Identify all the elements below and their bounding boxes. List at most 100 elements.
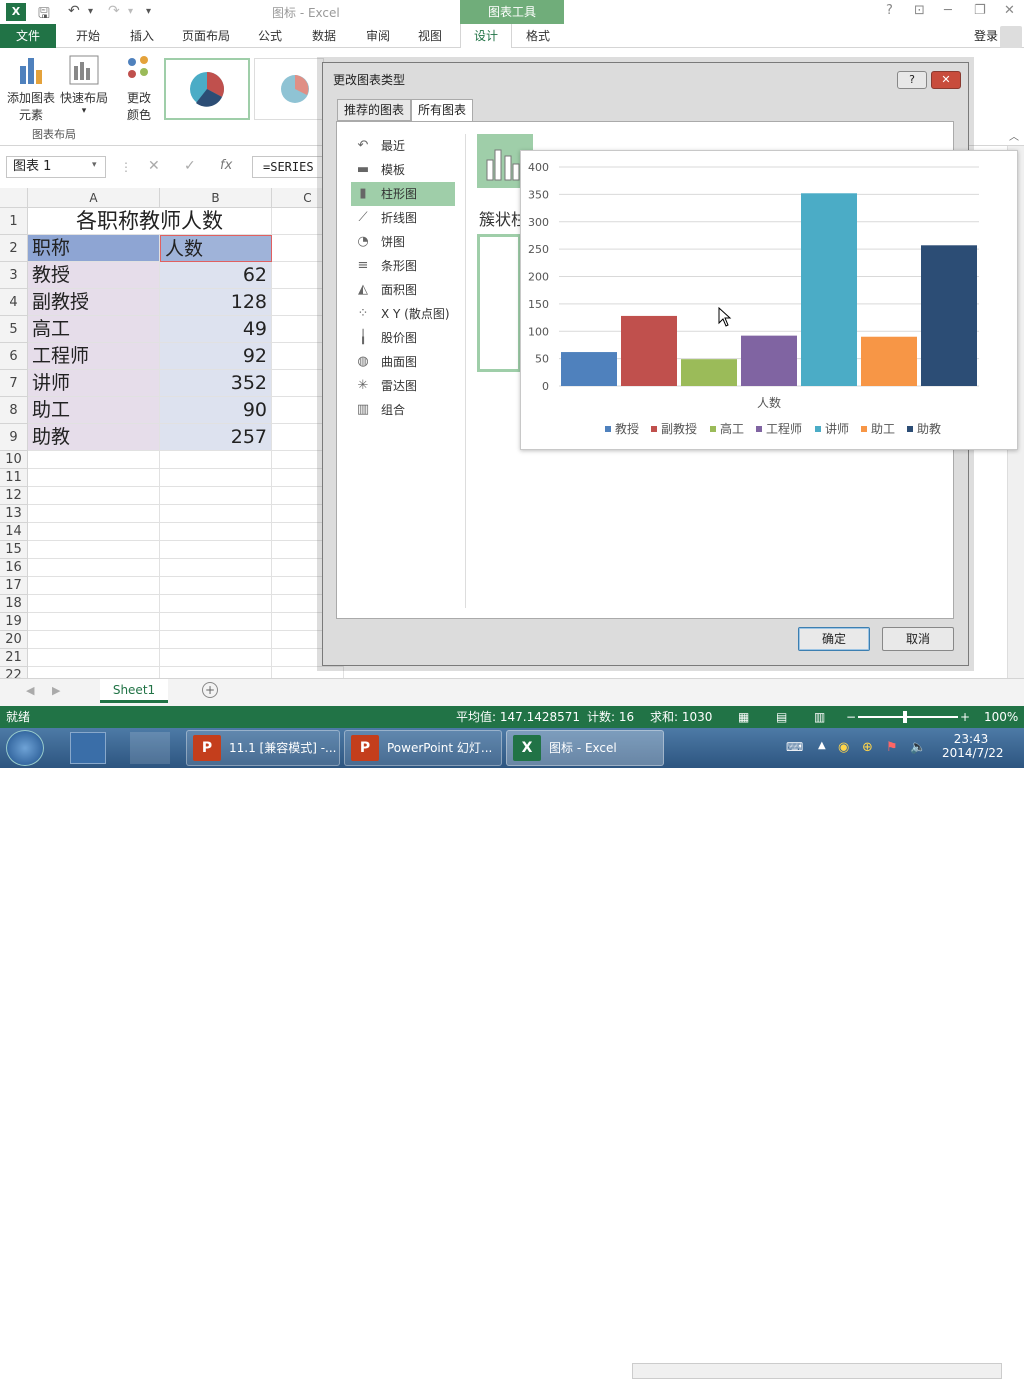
cell[interactable] — [160, 505, 272, 523]
cell[interactable] — [160, 523, 272, 541]
restore-icon[interactable]: ❐ — [974, 3, 986, 18]
page-break-view-icon[interactable]: ▥ — [814, 706, 825, 728]
clock[interactable]: 23:43 2014/7/22 — [942, 732, 1004, 760]
tray-plus-icon[interactable]: ⊕ — [862, 740, 873, 755]
row-header[interactable]: 4 — [0, 289, 28, 316]
redo-icon[interactable]: ↷ — [108, 3, 120, 19]
count-cell[interactable]: 128 — [160, 289, 272, 316]
user-avatar[interactable] — [1000, 26, 1022, 48]
row-header[interactable]: 1 — [0, 208, 28, 235]
chart-style-2[interactable] — [254, 58, 324, 120]
name-box[interactable]: 图表 1 — [6, 156, 106, 178]
chart-category-item[interactable]: ⁘ X Y (散点图) — [351, 302, 455, 326]
tray-expand-icon[interactable]: ▲ — [818, 740, 826, 751]
help-icon[interactable]: ? — [886, 3, 893, 18]
ok-button[interactable]: 确定 — [798, 627, 870, 651]
row-header[interactable]: 9 — [0, 424, 28, 451]
ribbon-display-icon[interactable]: ⊡ — [914, 3, 925, 18]
tab-home[interactable]: 开始 — [66, 24, 110, 48]
chart-category-item[interactable]: ╽ 股价图 — [351, 326, 455, 350]
count-cell[interactable]: 62 — [160, 262, 272, 289]
tab-recommended-charts[interactable]: 推荐的图表 — [337, 99, 412, 121]
name-box-dropdown-icon[interactable]: ▾ — [92, 160, 97, 170]
horizontal-scrollbar[interactable] — [632, 1363, 1002, 1379]
cell[interactable] — [160, 577, 272, 595]
cell[interactable] — [28, 559, 160, 577]
volume-icon[interactable]: 🔈 — [910, 740, 926, 755]
row-header[interactable]: 14 — [0, 523, 28, 541]
count-cell[interactable]: 257 — [160, 424, 272, 451]
customize-qat-icon[interactable]: ▾ — [146, 6, 151, 17]
row-header[interactable]: 15 — [0, 541, 28, 559]
chart-category-item[interactable]: ◭ 面积图 — [351, 278, 455, 302]
title-cell[interactable]: 高工 — [28, 316, 160, 343]
cell[interactable] — [28, 649, 160, 667]
chart-style-1[interactable] — [164, 58, 250, 120]
cell[interactable] — [160, 631, 272, 649]
tab-page-layout[interactable]: 页面布局 — [176, 24, 236, 48]
header-cell-b[interactable]: 人数 — [160, 235, 272, 262]
title-cell[interactable]: 助工 — [28, 397, 160, 424]
tab-format[interactable]: 格式 — [514, 24, 562, 48]
row-header[interactable]: 18 — [0, 595, 28, 613]
minimize-icon[interactable]: ─ — [944, 3, 952, 18]
add-sheet-icon[interactable]: + — [202, 682, 218, 698]
row-header[interactable]: 19 — [0, 613, 28, 631]
taskbar-item-ppt1[interactable]: P 11.1 [兼容模式] -... — [186, 730, 340, 766]
row-header[interactable]: 6 — [0, 343, 28, 370]
collapse-ribbon-icon[interactable]: ︿ — [1009, 128, 1019, 143]
title-cell[interactable]: 讲师 — [28, 370, 160, 397]
keyboard-icon[interactable]: ⌨ — [786, 740, 803, 754]
tab-insert[interactable]: 插入 — [120, 24, 164, 48]
count-cell[interactable]: 92 — [160, 343, 272, 370]
zoom-in-icon[interactable]: + — [960, 706, 970, 728]
row-header[interactable]: 2 — [0, 235, 28, 262]
chart-category-item[interactable]: ◔ 饼图 — [351, 230, 455, 254]
zoom-slider[interactable] — [858, 716, 958, 718]
cell[interactable] — [28, 451, 160, 469]
chart-category-item[interactable]: ⟋ 折线图 — [351, 206, 455, 230]
title-cell[interactable]: 助教 — [28, 424, 160, 451]
row-header[interactable]: 13 — [0, 505, 28, 523]
zoom-level[interactable]: 100% — [984, 706, 1018, 728]
show-desktop-icon[interactable] — [70, 732, 106, 764]
cell[interactable] — [28, 487, 160, 505]
select-all-corner[interactable] — [0, 188, 28, 208]
chart-category-item[interactable]: ▥ 组合 — [351, 398, 455, 422]
chart-subtype-thumbnail[interactable] — [477, 234, 521, 372]
cell[interactable] — [160, 487, 272, 505]
tray-flag-icon[interactable]: ⚑ — [886, 740, 898, 755]
cancel-button[interactable]: 取消 — [882, 627, 954, 651]
title-cell[interactable]: 副教授 — [28, 289, 160, 316]
row-header[interactable]: 11 — [0, 469, 28, 487]
dialog-close-button[interactable]: ✕ — [931, 71, 961, 89]
chart-category-item[interactable]: ▮ 柱形图 — [351, 182, 455, 206]
title-cell[interactable]: 工程师 — [28, 343, 160, 370]
cancel-icon[interactable]: ✕ — [148, 158, 160, 174]
redo-dropdown-icon[interactable]: ▾ — [128, 6, 133, 17]
count-cell[interactable]: 49 — [160, 316, 272, 343]
taskbar-item-ppt2[interactable]: P PowerPoint 幻灯... — [344, 730, 502, 766]
cell[interactable] — [28, 631, 160, 649]
cell[interactable] — [160, 649, 272, 667]
column-header-a[interactable]: A — [28, 188, 160, 208]
cell[interactable] — [28, 469, 160, 487]
row-header[interactable]: 17 — [0, 577, 28, 595]
cell[interactable] — [28, 577, 160, 595]
login-link[interactable]: 登录 — [974, 24, 998, 48]
quick-layout-button[interactable]: 快速布局 ▾ — [58, 54, 110, 124]
prev-sheet-icon[interactable]: ◀ — [26, 684, 34, 697]
cell[interactable] — [160, 559, 272, 577]
undo-dropdown-icon[interactable]: ▾ — [88, 6, 93, 17]
header-cell-a[interactable]: 职称 — [28, 235, 160, 262]
row-header[interactable]: 8 — [0, 397, 28, 424]
title-cell[interactable]: 教授 — [28, 262, 160, 289]
normal-view-icon[interactable]: ▦ — [738, 706, 749, 728]
chart-category-item[interactable]: ≡ 条形图 — [351, 254, 455, 278]
start-button-icon[interactable] — [6, 730, 44, 766]
cell[interactable] — [28, 613, 160, 631]
row-header[interactable]: 7 — [0, 370, 28, 397]
cell[interactable] — [160, 541, 272, 559]
cell[interactable] — [28, 595, 160, 613]
cell[interactable] — [160, 469, 272, 487]
